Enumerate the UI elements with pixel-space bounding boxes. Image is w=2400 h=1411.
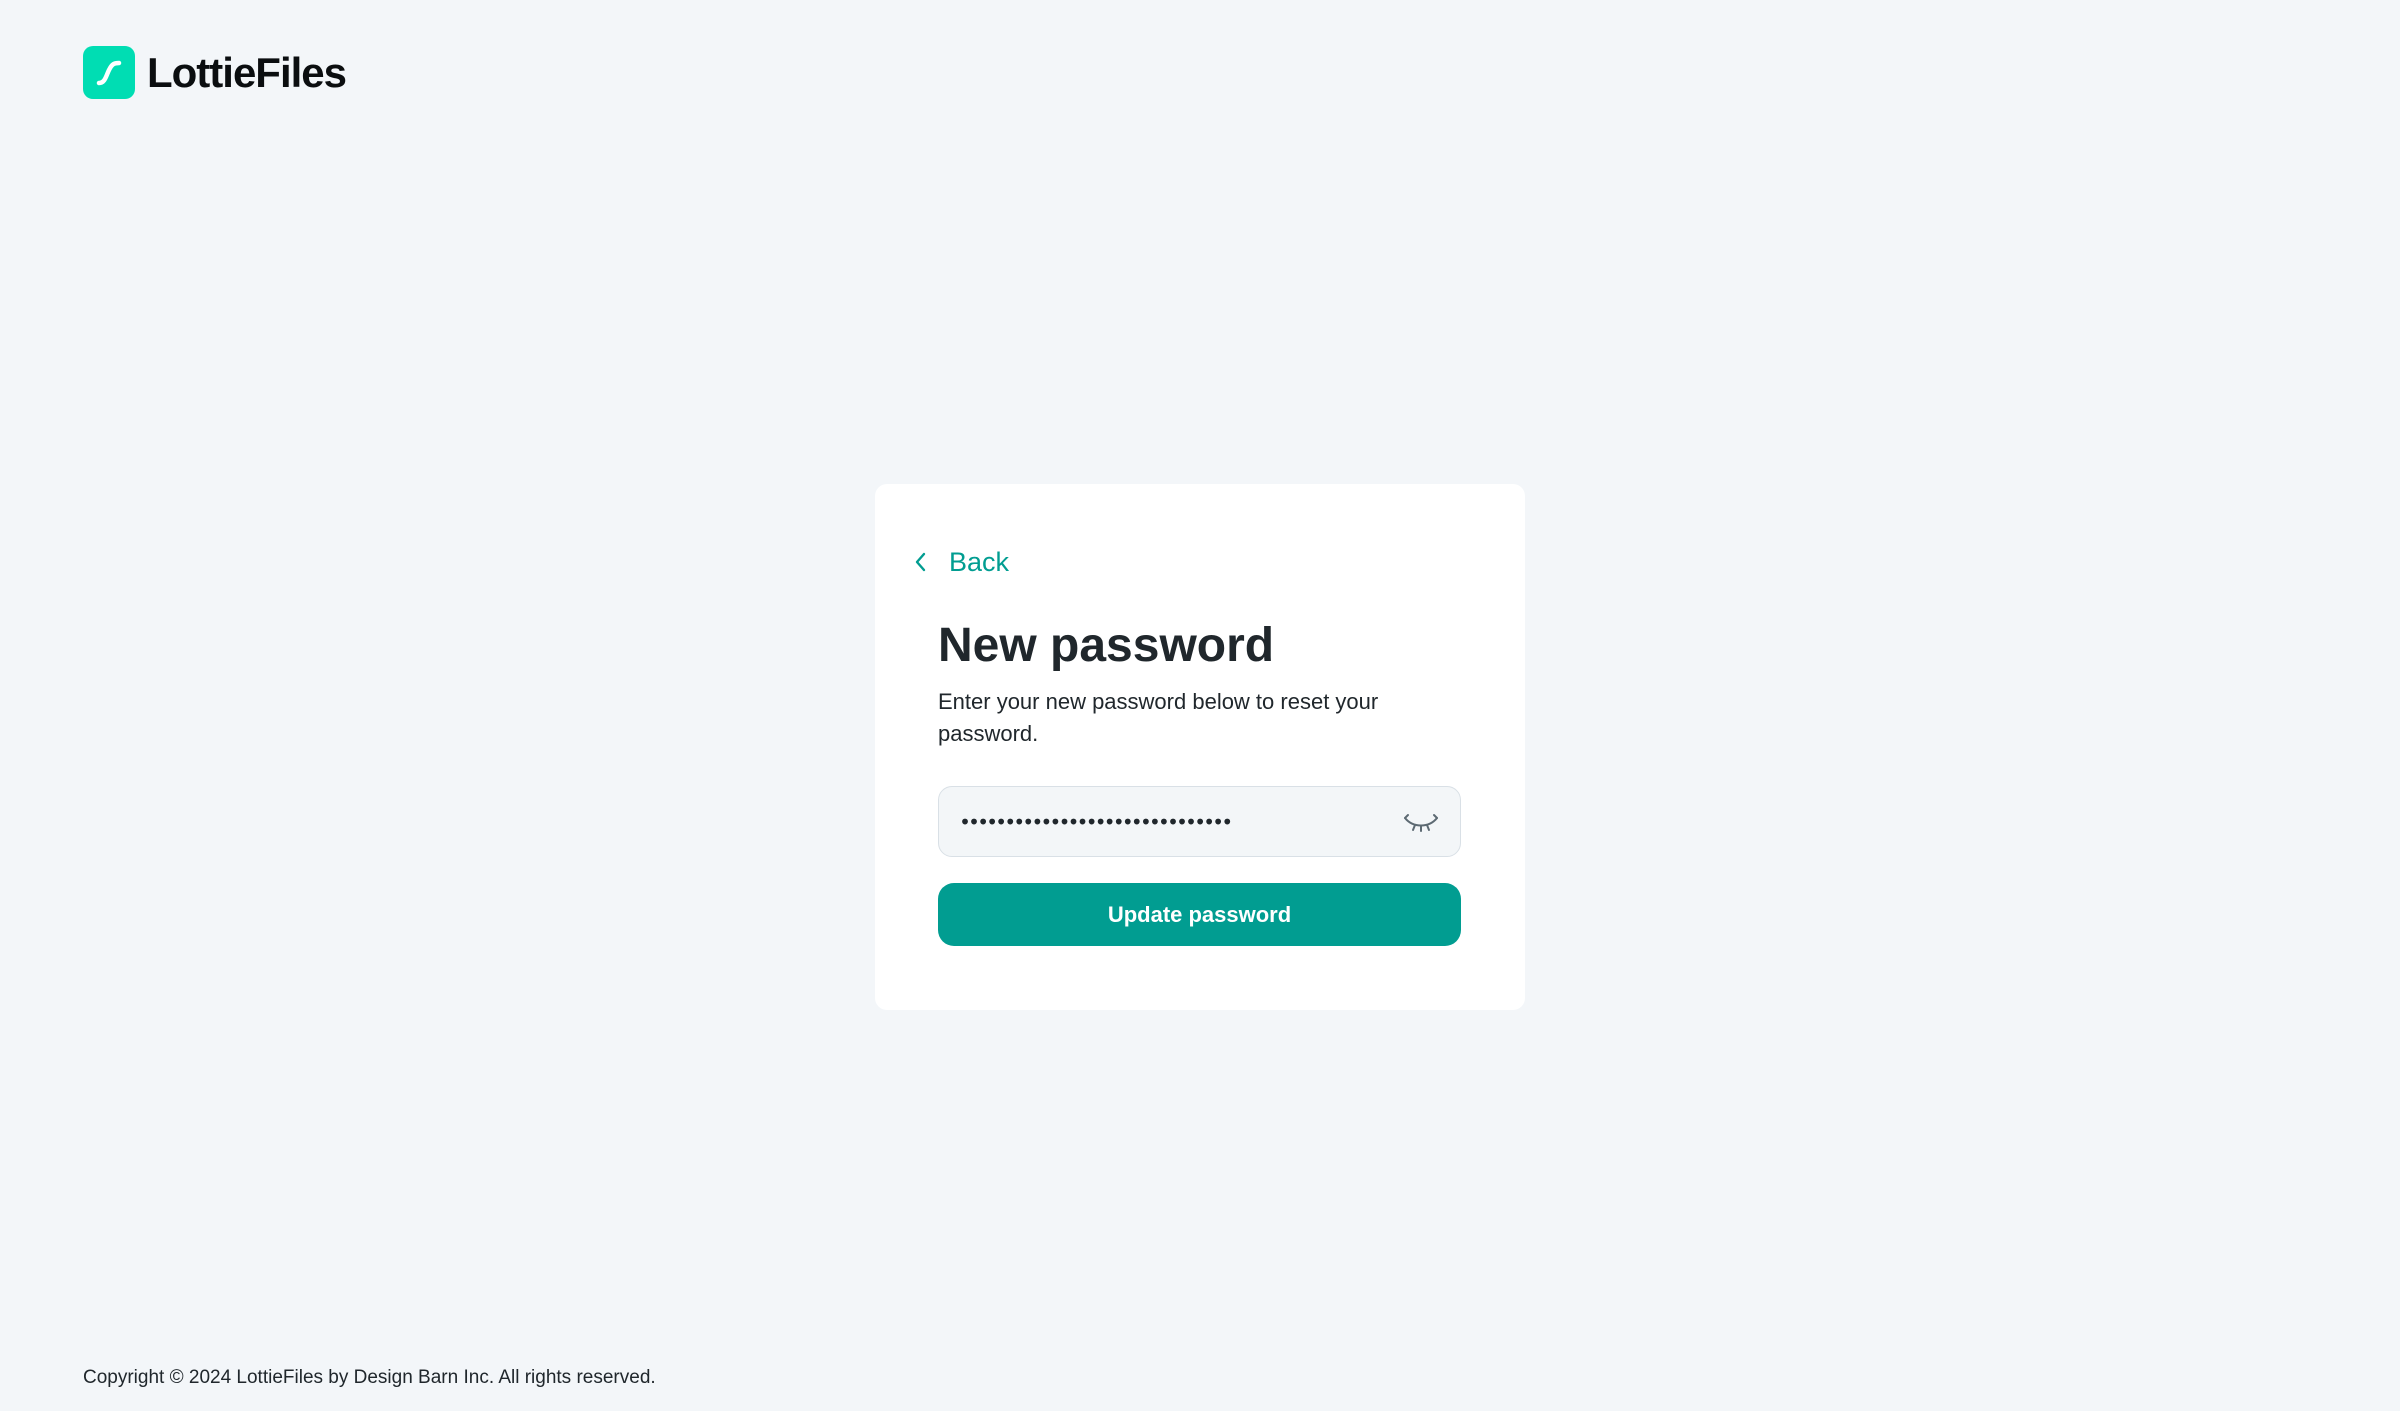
lottiefiles-logo-icon [83, 46, 135, 99]
footer-copyright: Copyright © 2024 LottieFiles by Design B… [83, 1367, 656, 1388]
back-link[interactable]: Back [909, 542, 1009, 582]
update-password-button[interactable]: Update password [938, 883, 1461, 946]
chevron-left-icon [909, 551, 931, 573]
back-label: Back [949, 546, 1010, 577]
brand-logo[interactable]: LottieFiles [83, 46, 347, 99]
new-password-input[interactable] [959, 801, 1402, 842]
eye-closed-icon[interactable] [1402, 803, 1440, 841]
reset-password-card: Back New password Enter your new passwor… [875, 484, 1525, 1010]
new-password-field [938, 786, 1461, 857]
brand-name: LottieFiles [147, 48, 347, 96]
page-subtitle: Enter your new password below to reset y… [938, 689, 1379, 746]
page-title: New password [938, 619, 1275, 672]
